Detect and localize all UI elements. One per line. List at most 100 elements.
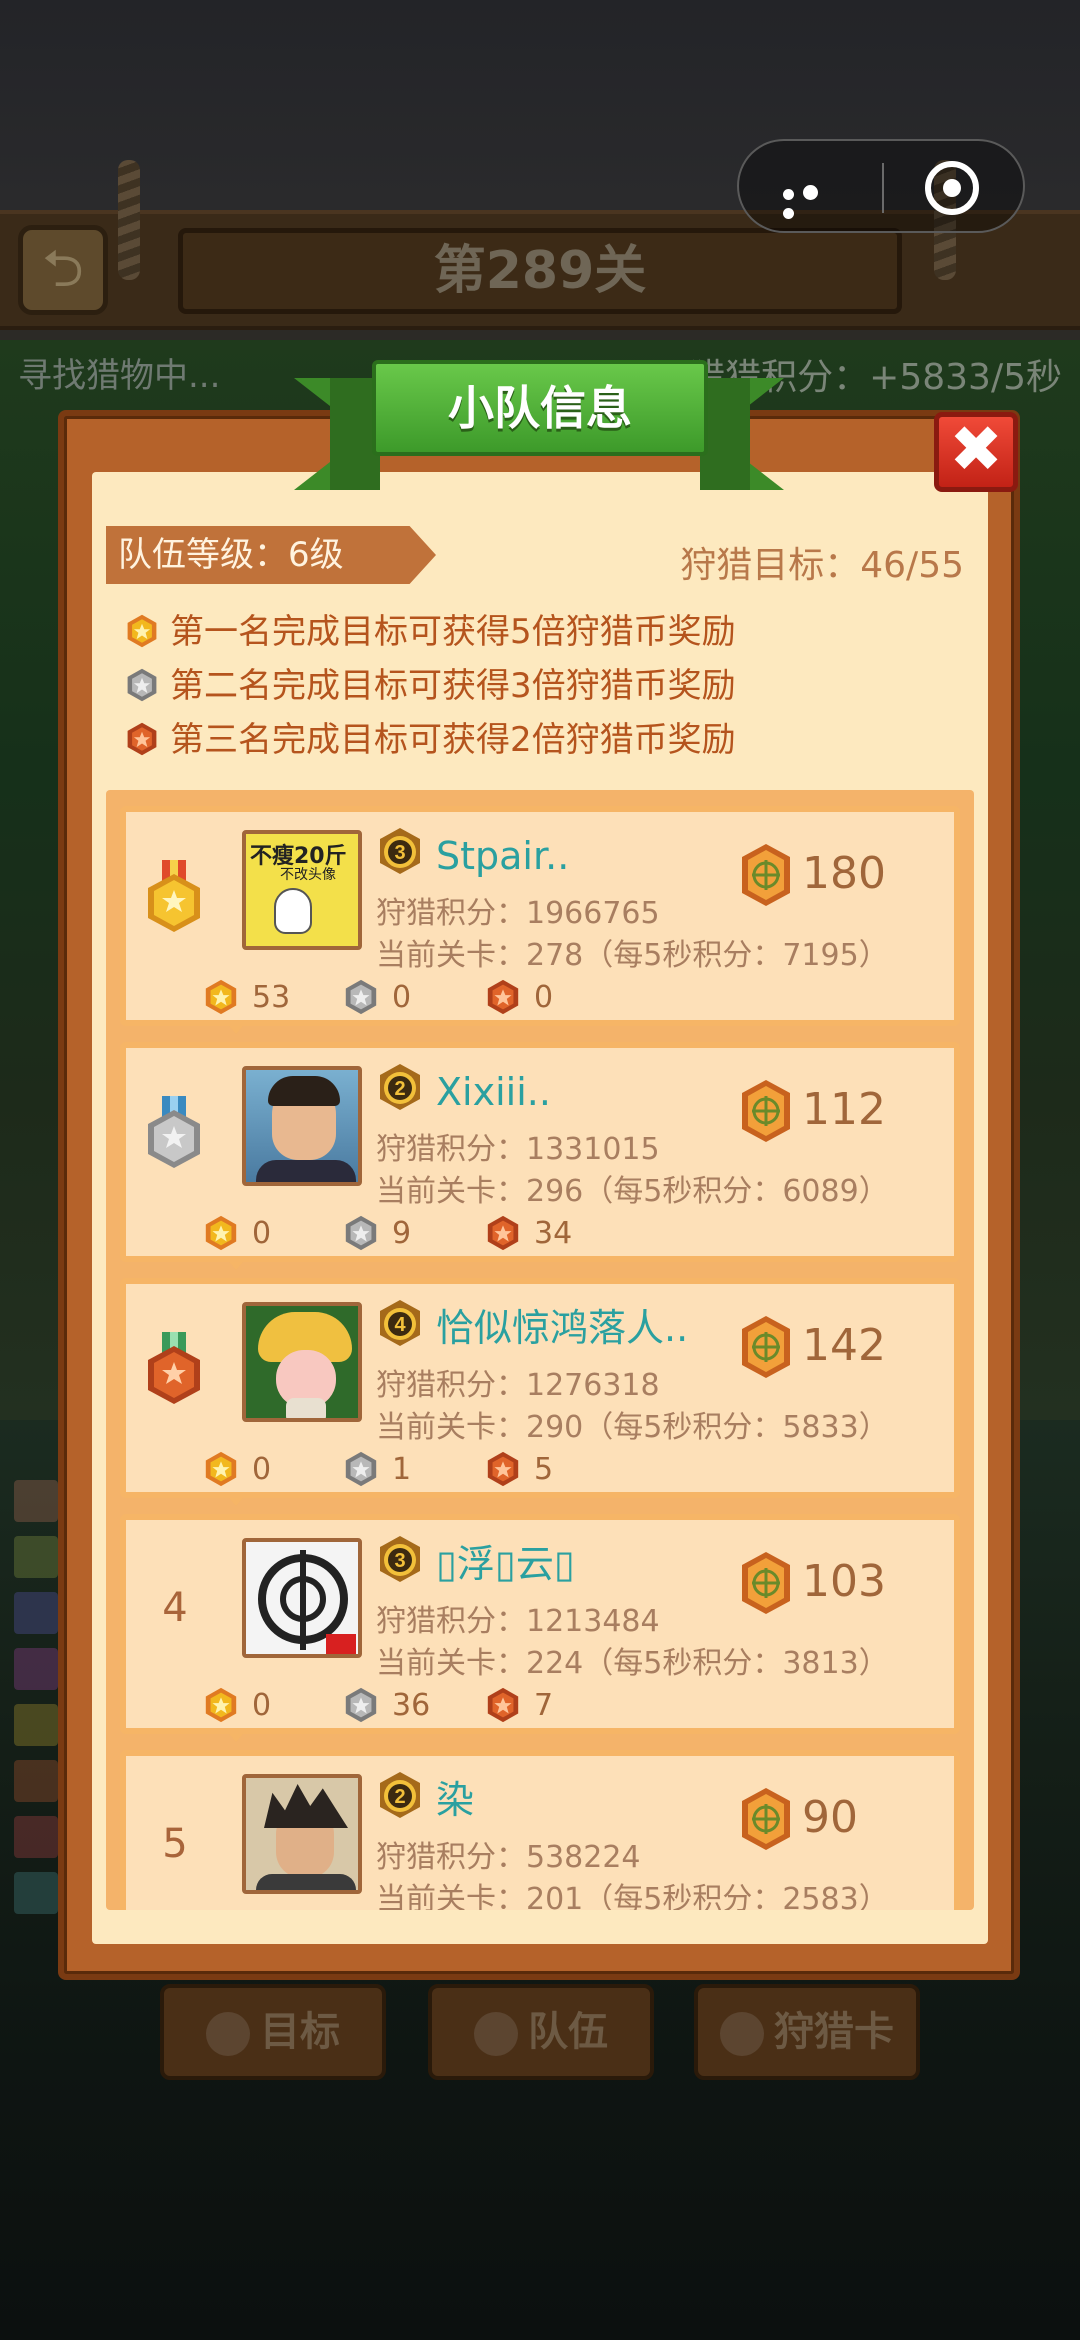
bronze-count: 34 xyxy=(484,1214,572,1254)
hunt-target: 狩猎目标：46/55 xyxy=(680,545,964,586)
level-badge-icon: 3 xyxy=(380,828,420,874)
team-icon xyxy=(474,2012,518,2056)
member-name: Stpair.. xyxy=(436,834,570,878)
member-card-5[interactable]: 5 2 染 狩猎积分：538224 当前关卡：201（每5秒积分：2583） 9… xyxy=(120,1750,960,1910)
avatar[interactable] xyxy=(242,1538,362,1658)
member-name: ▯浮▯云▯ xyxy=(436,1542,575,1586)
member-score: 狩猎积分：538224 xyxy=(376,1840,641,1875)
gold-count: 0 xyxy=(202,1214,271,1254)
avatar[interactable]: 不瘦20斤 不改头像 xyxy=(242,830,362,950)
bronze-medal-icon xyxy=(487,1215,519,1250)
member-list[interactable]: 不瘦20斤 不改头像 3 Stpair.. 狩猎积分：1966765 当前关卡：… xyxy=(106,790,974,1910)
silver-medal-icon xyxy=(345,979,377,1014)
member-score: 狩猎积分：1966765 xyxy=(376,896,660,931)
gold-medal-icon xyxy=(205,979,237,1014)
gold-count: 53 xyxy=(202,978,290,1018)
level-badge-icon: 3 xyxy=(380,1536,420,1582)
search-status: 寻找猎物中... xyxy=(18,356,221,396)
avatar[interactable] xyxy=(242,1774,362,1894)
silver-medal-icon xyxy=(127,668,157,701)
tab-target[interactable]: 目标 xyxy=(160,1984,386,2080)
hunt-coin-count: 90 xyxy=(802,1792,858,1843)
hunt-coin-count: 142 xyxy=(802,1320,886,1371)
card-icon xyxy=(720,2012,764,2056)
svg-text:4: 4 xyxy=(394,1314,406,1336)
rope-left xyxy=(118,160,140,280)
hunt-coin-icon xyxy=(742,1316,790,1378)
member-score: 狩猎积分：1276318 xyxy=(376,1368,660,1403)
gold-count: 0 xyxy=(202,1686,271,1726)
member-card-3[interactable]: 4 恰似惊鸿落人.. 狩猎积分：1276318 当前关卡：290（每5秒积分：5… xyxy=(120,1278,960,1506)
rank-number: 4 xyxy=(162,1585,188,1631)
bronze-count: 7 xyxy=(484,1686,553,1726)
rank-number: 5 xyxy=(162,1821,188,1867)
rule-second: 第二名完成目标可获得3倍狩猎币奖励 xyxy=(124,664,736,708)
gold-medal-icon xyxy=(127,614,157,647)
miniprogram-capsule xyxy=(737,139,1025,233)
silver-count: 36 xyxy=(342,1686,430,1726)
svg-text:2: 2 xyxy=(394,1786,405,1808)
bronze-count: 0 xyxy=(484,978,553,1018)
bronze-medal-icon xyxy=(487,1451,519,1486)
member-stage: 当前关卡：224（每5秒积分：3813） xyxy=(376,1646,889,1681)
bronze-medal-icon xyxy=(127,722,157,755)
member-score: 狩猎积分：1213484 xyxy=(376,1604,660,1639)
bronze-medal-icon xyxy=(487,1687,519,1722)
silver-medal-icon xyxy=(345,1687,377,1722)
level-title: 第289关 xyxy=(433,241,647,301)
svg-text:2: 2 xyxy=(394,1078,405,1100)
silver-medal-icon xyxy=(345,1451,377,1486)
member-stage: 当前关卡：278（每5秒积分：7195） xyxy=(376,938,889,973)
silver-count: 9 xyxy=(342,1214,411,1254)
member-name: Xixiii.. xyxy=(436,1070,551,1114)
background-side-list xyxy=(14,1480,58,1940)
gold-medal-icon xyxy=(205,1215,237,1250)
silver-medal-icon xyxy=(345,1215,377,1250)
close-miniprogram-icon[interactable] xyxy=(925,161,979,215)
member-stage: 当前关卡：296（每5秒积分：6089） xyxy=(376,1174,889,1209)
rank-silver-medal-icon xyxy=(148,1096,200,1168)
member-score: 狩猎积分：1331015 xyxy=(376,1132,660,1167)
more-icon[interactable] xyxy=(783,185,843,219)
silver-count: 1 xyxy=(342,1450,411,1490)
hunt-coin-count: 103 xyxy=(802,1556,886,1607)
svg-text:3: 3 xyxy=(394,1550,405,1572)
capsule-divider xyxy=(882,163,884,213)
hunt-coin-count: 180 xyxy=(802,848,886,899)
member-card-2[interactable]: 2 Xixiii.. 狩猎积分：1331015 当前关卡：296（每5秒积分：6… xyxy=(120,1042,960,1270)
hunt-coin-count: 112 xyxy=(802,1084,886,1135)
member-stage: 当前关卡：201（每5秒积分：2583） xyxy=(376,1882,889,1910)
bronze-medal-icon xyxy=(487,979,519,1014)
rule-third: 第三名完成目标可获得2倍狩猎币奖励 xyxy=(124,718,736,762)
hunt-coin-icon xyxy=(742,844,790,906)
hunt-coin-icon xyxy=(742,1788,790,1850)
gold-medal-icon xyxy=(205,1687,237,1722)
level-badge-icon: 2 xyxy=(380,1772,420,1818)
close-button[interactable]: ✖ xyxy=(934,412,1018,492)
rank-bronze-medal-icon xyxy=(148,1332,200,1404)
level-badge-icon: 4 xyxy=(380,1300,420,1346)
hunt-coin-icon xyxy=(742,1552,790,1614)
rule-first: 第一名完成目标可获得5倍狩猎币奖励 xyxy=(124,610,736,654)
team-level-tag: 队伍等级：6级 xyxy=(106,526,436,584)
tab-hunt-card[interactable]: 狩猎卡 xyxy=(694,1984,920,2080)
member-stage: 当前关卡：290（每5秒积分：5833） xyxy=(376,1410,889,1445)
member-name: 染 xyxy=(436,1778,475,1822)
member-card-4[interactable]: 4 3 ▯浮▯云▯ 狩猎积分：1213484 当前关卡：224（每5秒积分：38… xyxy=(120,1514,960,1742)
tab-team[interactable]: 队伍 xyxy=(428,1984,654,2080)
gold-count: 0 xyxy=(202,1450,271,1490)
bronze-count: 5 xyxy=(484,1450,553,1490)
member-card-1[interactable]: 不瘦20斤 不改头像 3 Stpair.. 狩猎积分：1966765 当前关卡：… xyxy=(120,806,960,1034)
avatar[interactable] xyxy=(242,1066,362,1186)
member-name: 恰似惊鸿落人.. xyxy=(436,1306,689,1350)
dialog-title: 小队信息 xyxy=(372,360,708,456)
rank-gold-medal-icon xyxy=(148,860,200,932)
hunt-coin-icon xyxy=(742,1080,790,1142)
avatar[interactable] xyxy=(242,1302,362,1422)
svg-text:3: 3 xyxy=(394,842,405,864)
level-badge-icon: 2 xyxy=(380,1064,420,1110)
back-button[interactable]: ⮌ xyxy=(18,225,108,315)
target-icon xyxy=(206,2012,250,2056)
silver-count: 0 xyxy=(342,978,411,1018)
gold-medal-icon xyxy=(205,1451,237,1486)
